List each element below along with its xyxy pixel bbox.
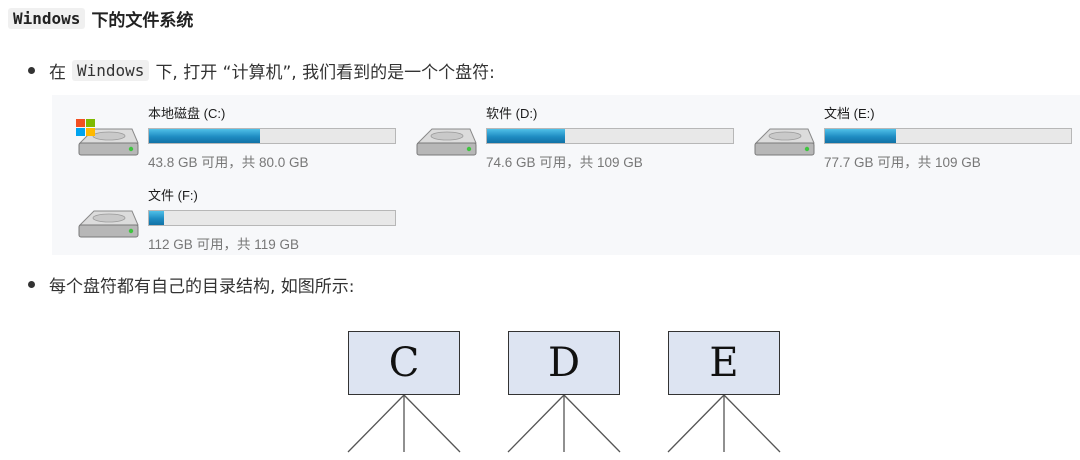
tree-node-d: D: [508, 331, 620, 395]
usage-bar: [148, 210, 396, 226]
system-drive-icon: [76, 119, 139, 156]
hard-drive-icon: [78, 210, 139, 238]
bullet-dot: [28, 281, 35, 288]
drive-d[interactable]: 软件 (D:) 74.6 GB 可用，共 109 GB: [390, 95, 734, 170]
usage-bar: [824, 128, 1072, 144]
drive-panel: 本地磁盘 (C:) 43.8 GB 可用，共 80.0 GB 软件 (D:) 7…: [52, 95, 1080, 255]
drive-e[interactable]: 文档 (E:) 77.7 GB 可用，共 109 GB: [728, 95, 1072, 170]
bullet-item-drives: 在 Windows 下, 打开 “计算机”, 我们看到的是一个个盘符:: [28, 58, 495, 83]
drive-c[interactable]: 本地磁盘 (C:) 43.8 GB 可用，共 80.0 GB: [52, 95, 396, 170]
drive-name: 文档 (E:): [824, 106, 875, 121]
tree-node-c: C: [348, 331, 460, 395]
drive-f[interactable]: 文件 (F:) 112 GB 可用，共 119 GB: [52, 177, 396, 252]
section-heading: Windows 下的文件系统: [8, 4, 193, 32]
drive-capacity: 43.8 GB 可用，共 80.0 GB: [148, 155, 309, 170]
heading-text: 下的文件系统: [91, 10, 194, 31]
usage-bar-fill: [149, 211, 164, 225]
drive-capacity: 112 GB 可用，共 119 GB: [148, 237, 300, 252]
hard-drive-icon: [416, 128, 477, 156]
drive-capacity: 77.7 GB 可用，共 109 GB: [824, 155, 981, 170]
bullet-dot: [28, 67, 35, 74]
bullet2-text: 每个盘符都有自己的目录结构, 如图所示:: [49, 277, 355, 297]
hard-drive-icon: [754, 128, 815, 156]
usage-bar-fill: [487, 129, 565, 143]
heading-code: Windows: [8, 7, 86, 29]
drive-name: 文件 (F:): [148, 188, 198, 203]
usage-bar-fill: [825, 129, 896, 143]
tree-node-e: E: [668, 331, 780, 395]
drive-name: 本地磁盘 (C:): [148, 106, 226, 121]
drive-name: 软件 (D:): [486, 106, 538, 121]
usage-bar: [486, 128, 734, 144]
usage-bar-fill: [149, 129, 261, 143]
bullet1-after: 下, 打开 “计算机”, 我们看到的是一个个盘符:: [155, 63, 495, 83]
usage-bar: [148, 128, 396, 144]
bullet1-before: 在: [49, 63, 66, 83]
bullet1-code: Windows: [72, 60, 150, 81]
bullet-item-directories: 每个盘符都有自己的目录结构, 如图所示:: [28, 272, 355, 297]
drive-capacity: 74.6 GB 可用，共 109 GB: [486, 155, 643, 170]
